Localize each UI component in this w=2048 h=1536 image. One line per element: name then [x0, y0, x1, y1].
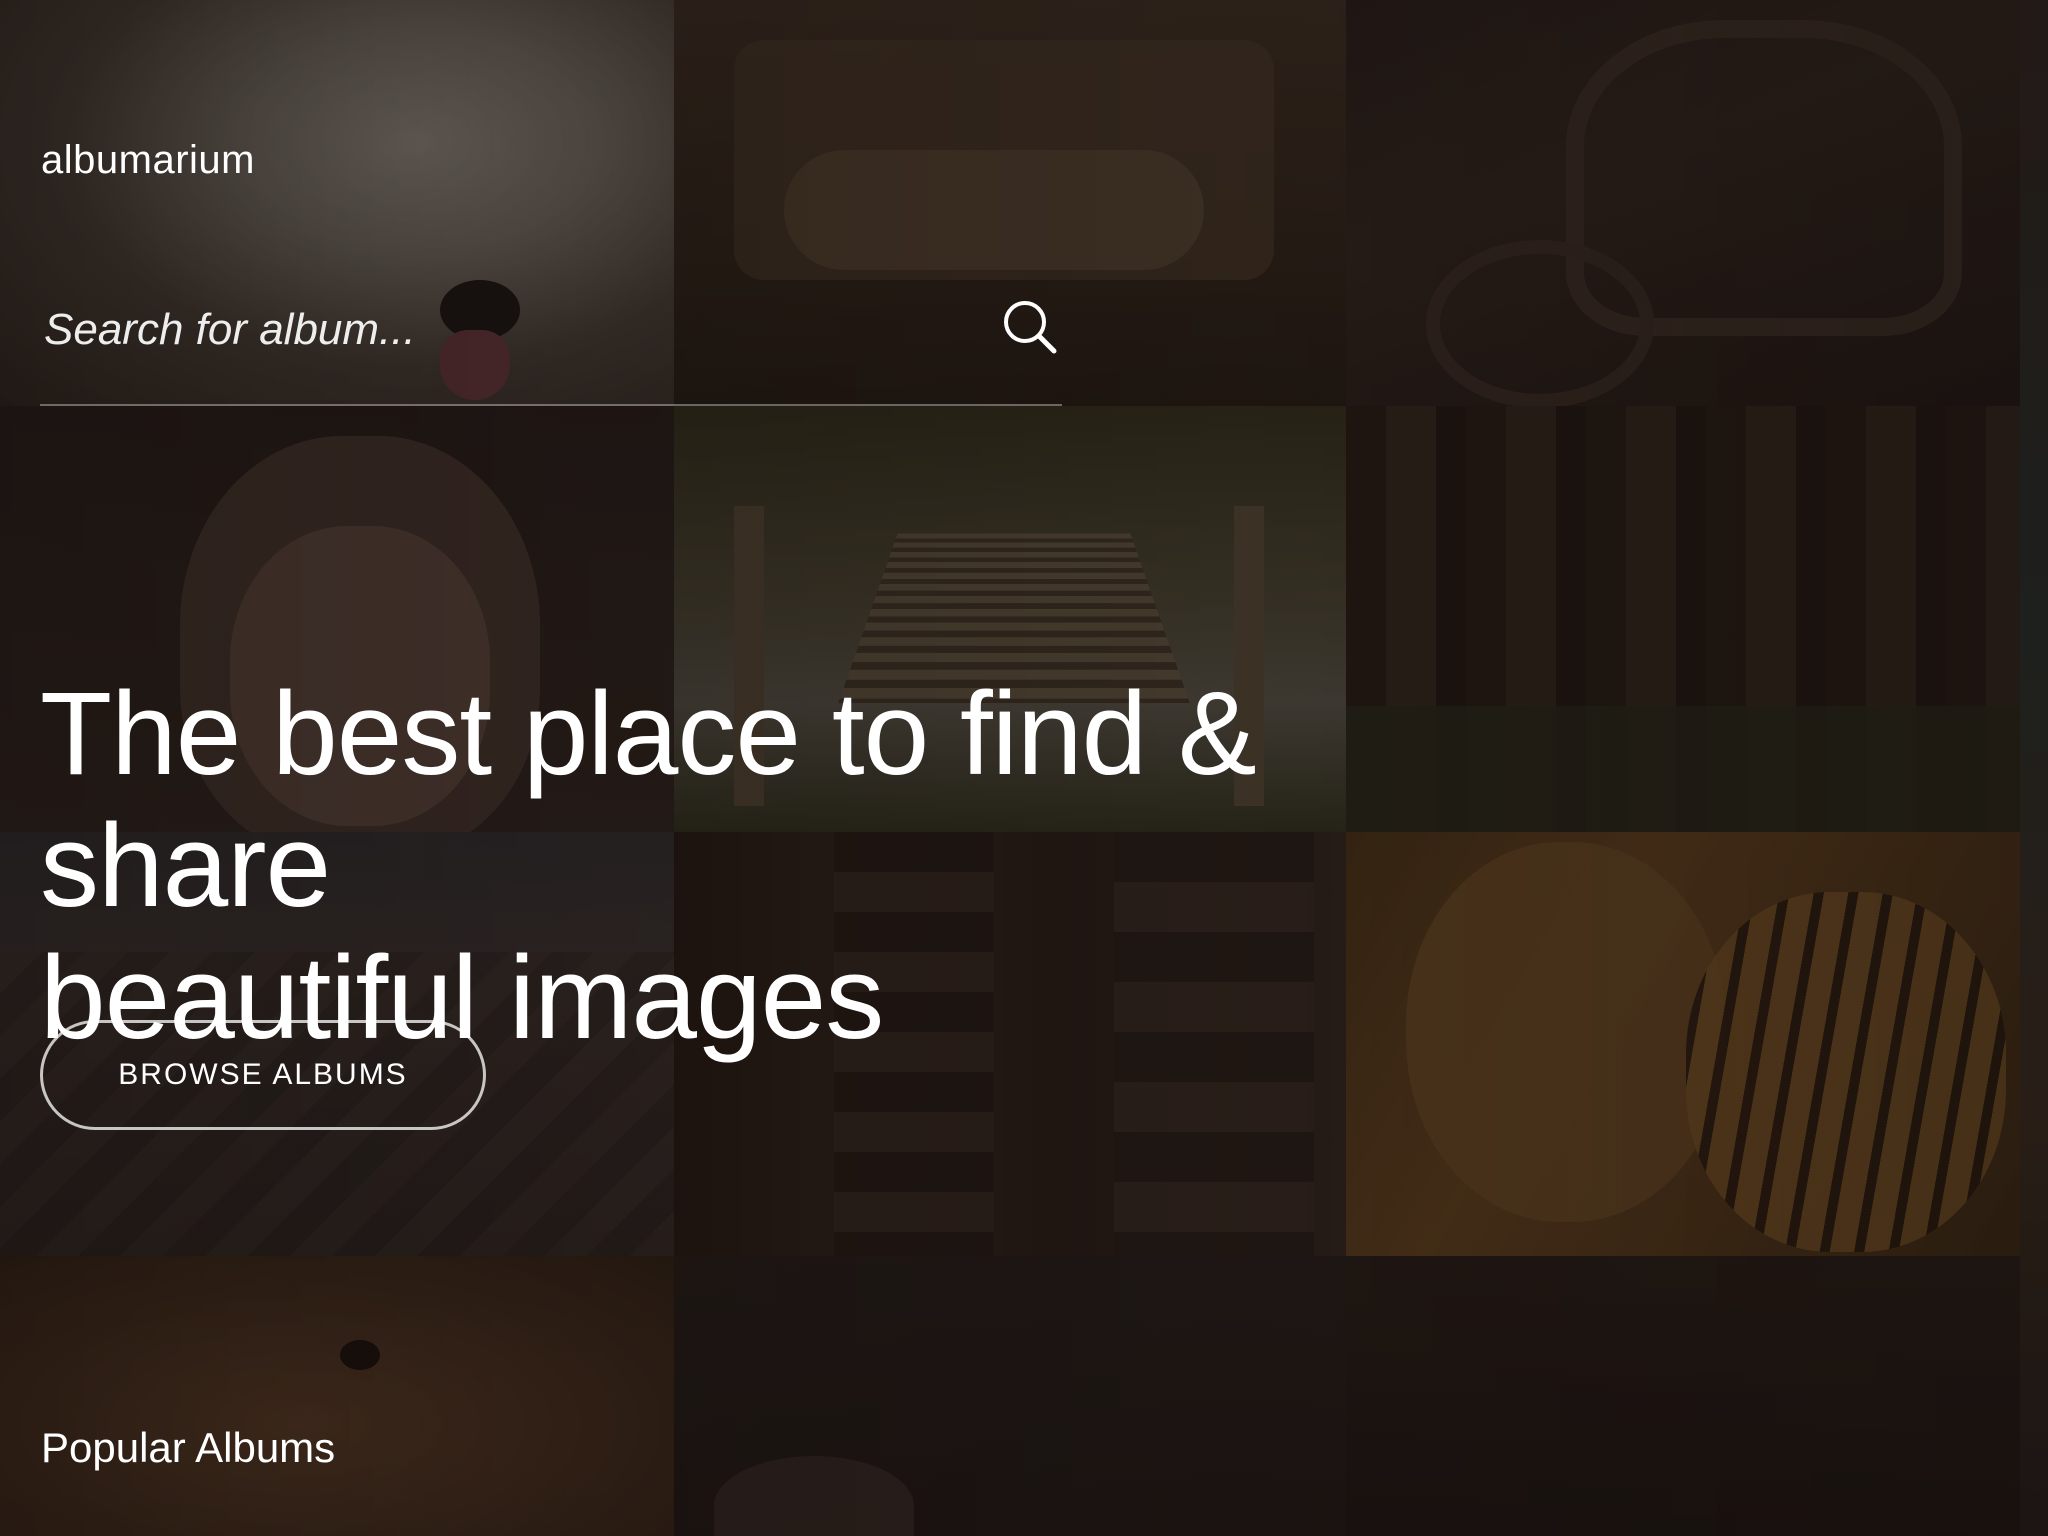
brand-logo-text[interactable]: albumarium	[41, 138, 255, 183]
browse-albums-button[interactable]: BROWSE ALBUMS	[40, 1020, 486, 1130]
search-icon	[1004, 300, 1057, 353]
search-input[interactable]	[44, 288, 964, 372]
landing-page: albumarium The best place to find & shar…	[0, 0, 2048, 1536]
hero-headline: The best place to find & share beautiful…	[40, 668, 1540, 1064]
search-button[interactable]	[990, 288, 1070, 368]
popular-albums-heading: Popular Albums	[41, 1424, 336, 1471]
hero-headline-line-1: The best place to find & share	[40, 668, 1257, 932]
search-bar	[40, 280, 1062, 406]
